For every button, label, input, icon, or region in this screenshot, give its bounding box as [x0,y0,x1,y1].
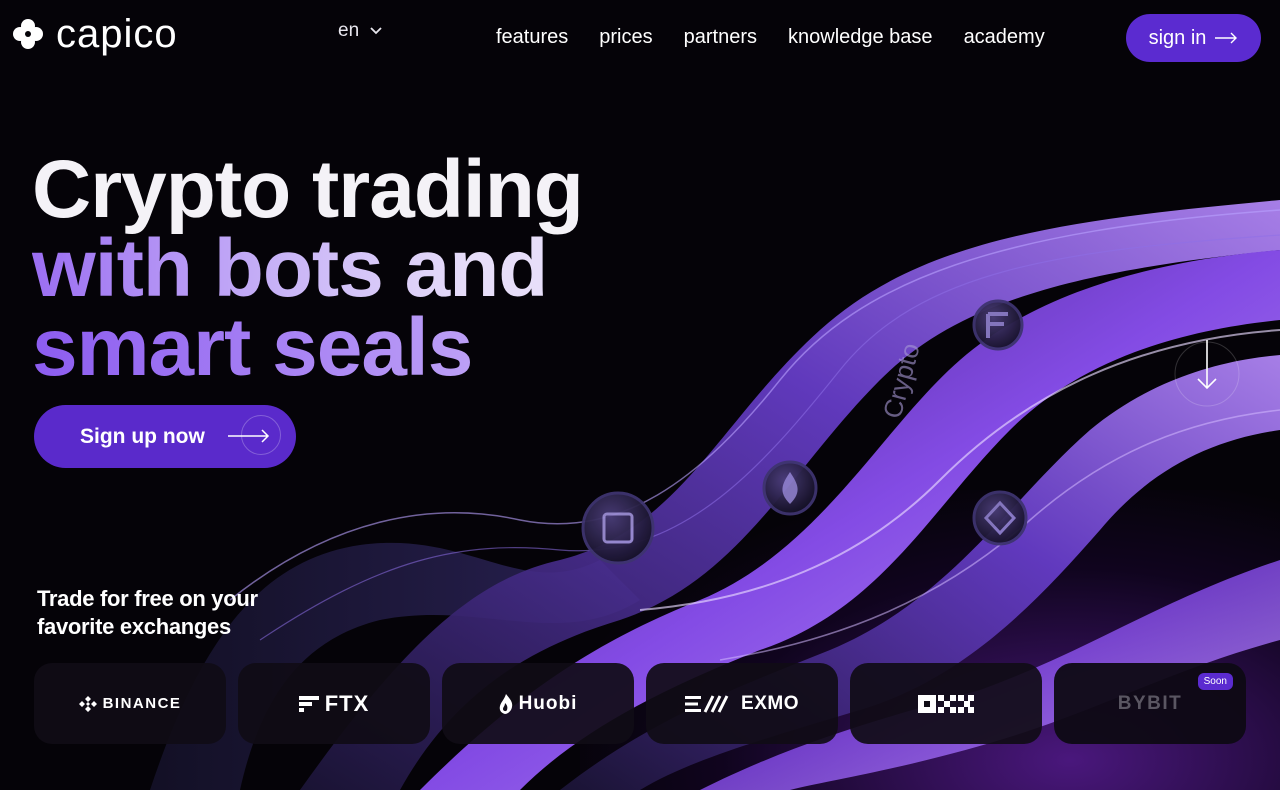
exchange-card-bybit[interactable]: BYBIT Soon [1054,663,1246,744]
nav-prices[interactable]: prices [599,26,652,49]
language-selector[interactable]: en [338,20,383,42]
binance-icon [78,695,97,712]
main-nav: features prices partners knowledge base … [496,26,1045,49]
exchange-name: Huobi [518,692,578,714]
exchanges-heading: Trade for free on your favorite exchange… [37,585,258,641]
okx-icon [918,694,974,713]
exchange-card-huobi[interactable]: Huobi [442,663,634,744]
sign-in-button[interactable]: sign in [1126,14,1261,62]
exchange-name: BYBIT [1117,692,1183,714]
hero-title-line1: Crypto trading [32,144,584,235]
exchanges-heading-line2: favorite exchanges [37,614,231,639]
hero-title-line3: smart seals [32,307,583,389]
exchange-name: FTX [324,690,370,716]
exchange-card-okx[interactable] [850,663,1042,744]
scroll-down-icon[interactable] [1174,334,1240,410]
exchange-card-exmo[interactable]: EXMO [646,663,838,744]
sign-in-label: sign in [1148,26,1207,49]
chevron-down-icon [370,27,382,35]
nav-academy[interactable]: academy [964,26,1045,49]
sign-up-label: Sign up now [80,424,205,448]
soon-badge: Soon [1197,673,1233,690]
huobi-icon [499,693,512,714]
nav-knowledge-base[interactable]: knowledge base [788,26,933,49]
site-header: capico en features prices partners knowl… [0,0,1280,76]
exchange-name: EXMO [741,692,799,714]
logo-text: capico [56,12,178,56]
exchange-name: BINANCE [102,695,182,712]
logo[interactable]: capico [12,14,178,54]
nav-partners[interactable]: partners [684,26,757,49]
language-label: en [338,20,360,41]
sign-up-button[interactable]: Sign up now [34,405,296,468]
sign-up-arrow [227,414,281,459]
exchange-card-ftx[interactable]: FTX [238,663,430,744]
arrow-right-icon [227,428,269,443]
hero-title-line2: with bots and [32,228,583,310]
exchange-card-binance[interactable]: BINANCE [34,663,226,744]
exchange-list: BINANCE FTX Huobi EXMO BYBIT Soon [34,663,1246,744]
logo-icon [13,19,43,49]
nav-features[interactable]: features [496,26,568,49]
ftx-icon [298,695,319,712]
arrow-right-icon [1215,32,1238,44]
hero-title: Crypto trading with bots and smart seals [32,144,584,389]
exmo-icon [685,694,729,713]
exchanges-heading-line1: Trade for free on your [37,586,258,611]
